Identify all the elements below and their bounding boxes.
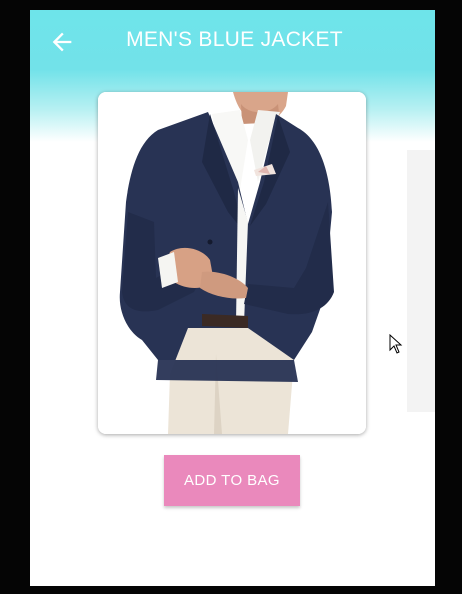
app-bar: MEN'S BLUE JACKET bbox=[30, 10, 435, 72]
add-to-bag-button[interactable]: ADD TO BAG bbox=[164, 455, 300, 506]
next-card-peek bbox=[407, 150, 435, 412]
page-title: MEN'S BLUE JACKET bbox=[126, 28, 343, 51]
app-screen: MEN'S BLUE JACKET ADD TO BAG bbox=[30, 10, 435, 586]
device-frame: MEN'S BLUE JACKET ADD TO BAG bbox=[0, 0, 462, 594]
mouse-cursor-icon bbox=[389, 334, 403, 354]
product-image bbox=[98, 92, 366, 434]
product-image-card[interactable] bbox=[98, 92, 366, 434]
